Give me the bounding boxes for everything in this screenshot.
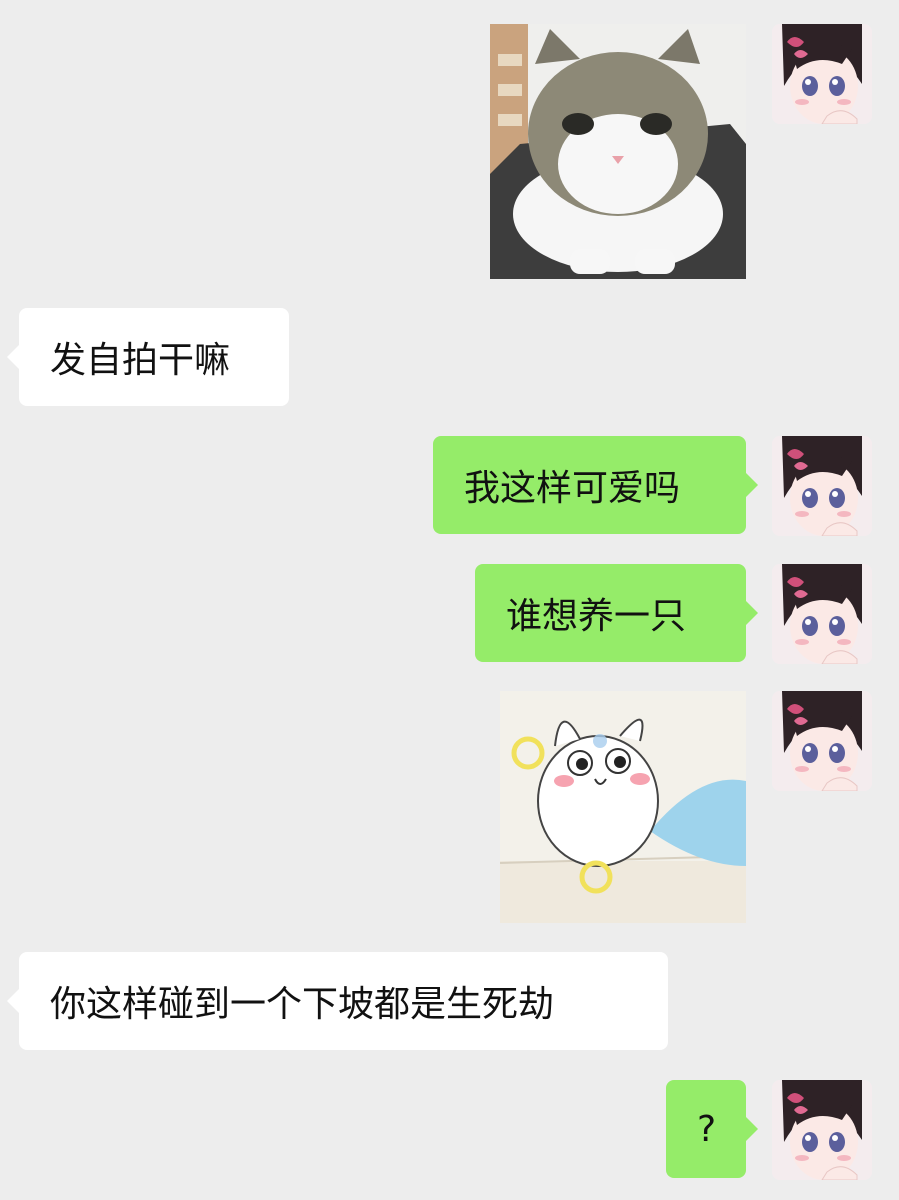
cat-photo-message[interactable] [490, 24, 746, 279]
message-text: 我这样可爱吗 [464, 468, 681, 509]
anime-girl-avatar-icon[interactable] [772, 1080, 872, 1180]
sent-message-bubble[interactable]: ? [666, 1080, 758, 1178]
cat-photo-image [490, 24, 746, 279]
message-text: 你这样碰到一个下坡都是生死劫 [50, 984, 555, 1025]
sent-message-bubble[interactable]: 我这样可爱吗 [433, 436, 758, 534]
sent-message-bubble[interactable]: 谁想养一只 [475, 564, 758, 662]
cartoon-hamster-sticker-message[interactable] [500, 691, 746, 923]
anime-girl-avatar-icon[interactable] [772, 24, 872, 124]
anime-girl-avatar-icon[interactable] [772, 436, 872, 536]
received-message-bubble[interactable]: 你这样碰到一个下坡都是生死劫 [7, 952, 668, 1050]
message-text: ? [697, 1108, 717, 1150]
message-text: 谁想养一只 [506, 596, 687, 637]
received-message-bubble[interactable]: 发自拍干嘛 [7, 308, 289, 406]
message-text: 发自拍干嘛 [50, 340, 231, 381]
chat-window: 发自拍干嘛 我这样可爱吗 谁想养一只 你这样碰到一个下坡都是生死劫 ? [0, 0, 899, 1200]
anime-girl-avatar-icon[interactable] [772, 691, 872, 791]
cartoon-hamster-sticker-image [500, 691, 746, 923]
anime-girl-avatar-icon[interactable] [772, 564, 872, 664]
